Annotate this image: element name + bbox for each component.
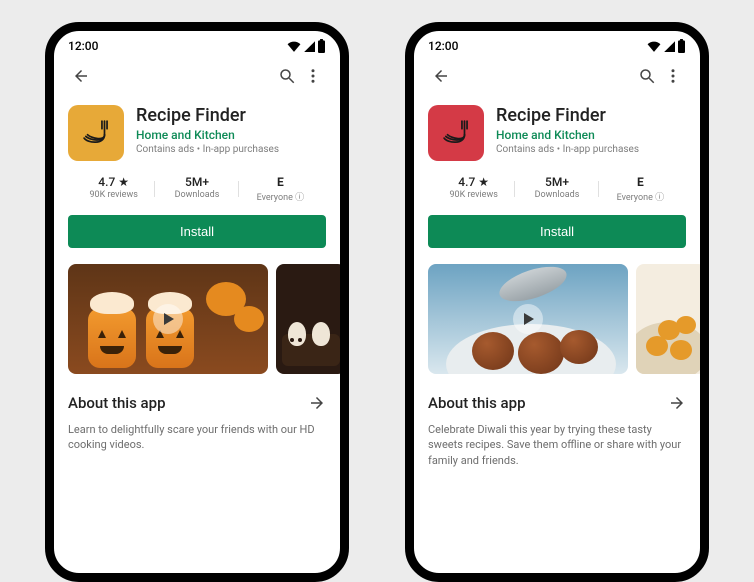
arrow-right-icon [308, 394, 326, 412]
more-vert-icon [664, 67, 682, 85]
search-button[interactable] [634, 63, 660, 93]
status-bar: 12:00 [54, 31, 340, 55]
stats-row: 4.7 ★ 90K reviews 5M+ Downloads E Everyo… [54, 175, 340, 215]
battery-icon [677, 39, 686, 53]
about-body: Learn to delightfully scare your friends… [54, 416, 340, 453]
install-button[interactable]: Install [68, 215, 326, 248]
search-icon [278, 67, 296, 85]
stats-row: 4.7 ★ 90K reviews 5M+ Downloads E Everyo… [414, 175, 700, 215]
video-thumbnail[interactable] [68, 264, 268, 374]
play-icon [513, 304, 543, 334]
status-icons [287, 39, 326, 53]
screenshot-2[interactable] [636, 264, 700, 374]
screenshot-carousel[interactable] [414, 248, 700, 390]
status-bar: 12:00 [414, 31, 700, 55]
about-header[interactable]: About this app [54, 390, 340, 416]
arrow-right-icon [668, 394, 686, 412]
about-header[interactable]: About this app [414, 390, 700, 416]
status-time: 12:00 [428, 39, 458, 53]
phone-left: 12:00 Recipe Finder [45, 22, 349, 582]
signal-icon [663, 40, 675, 52]
developer-link[interactable]: Home and Kitchen [136, 128, 279, 142]
monetization-meta: Contains ads • In-app purchases [496, 144, 639, 155]
more-vert-icon [304, 67, 322, 85]
stat-downloads: 5M+ Downloads [155, 175, 238, 203]
video-thumbnail[interactable] [428, 264, 628, 374]
signal-icon [303, 40, 315, 52]
status-icons [647, 39, 686, 53]
battery-icon [317, 39, 326, 53]
wifi-icon [647, 40, 661, 52]
app-bar [414, 55, 700, 97]
stat-age-rating[interactable]: E Everyone ⓘ [599, 175, 682, 203]
play-icon [153, 304, 183, 334]
phone-right: 12:00 Recipe Finder [405, 22, 709, 582]
stat-rating[interactable]: 4.7 ★ 90K reviews [72, 175, 155, 203]
app-icon [428, 105, 484, 161]
about-body: Celebrate Diwali this year by trying the… [414, 416, 700, 468]
back-arrow-icon [432, 67, 450, 85]
back-button[interactable] [68, 63, 94, 93]
back-button[interactable] [428, 63, 454, 93]
search-button[interactable] [274, 63, 300, 93]
status-time: 12:00 [68, 39, 98, 53]
app-bar [54, 55, 340, 97]
overflow-button[interactable] [300, 63, 326, 93]
screenshot-carousel[interactable] [54, 248, 340, 390]
app-header: Recipe Finder Home and Kitchen Contains … [414, 97, 700, 175]
overflow-button[interactable] [660, 63, 686, 93]
app-header: Recipe Finder Home and Kitchen Contains … [54, 97, 340, 175]
about-title: About this app [68, 394, 166, 412]
developer-link[interactable]: Home and Kitchen [496, 128, 639, 142]
app-title: Recipe Finder [136, 105, 279, 126]
stat-rating[interactable]: 4.7 ★ 90K reviews [432, 175, 515, 203]
wifi-icon [287, 40, 301, 52]
monetization-meta: Contains ads • In-app purchases [136, 144, 279, 155]
fork-noodle-icon [439, 116, 473, 150]
app-icon [68, 105, 124, 161]
fork-noodle-icon [79, 116, 113, 150]
stat-downloads: 5M+ Downloads [515, 175, 598, 203]
app-title: Recipe Finder [496, 105, 639, 126]
screenshot-2[interactable] [276, 264, 340, 374]
about-title: About this app [428, 394, 526, 412]
search-icon [638, 67, 656, 85]
back-arrow-icon [72, 67, 90, 85]
install-button[interactable]: Install [428, 215, 686, 248]
stat-age-rating[interactable]: E Everyone ⓘ [239, 175, 322, 203]
